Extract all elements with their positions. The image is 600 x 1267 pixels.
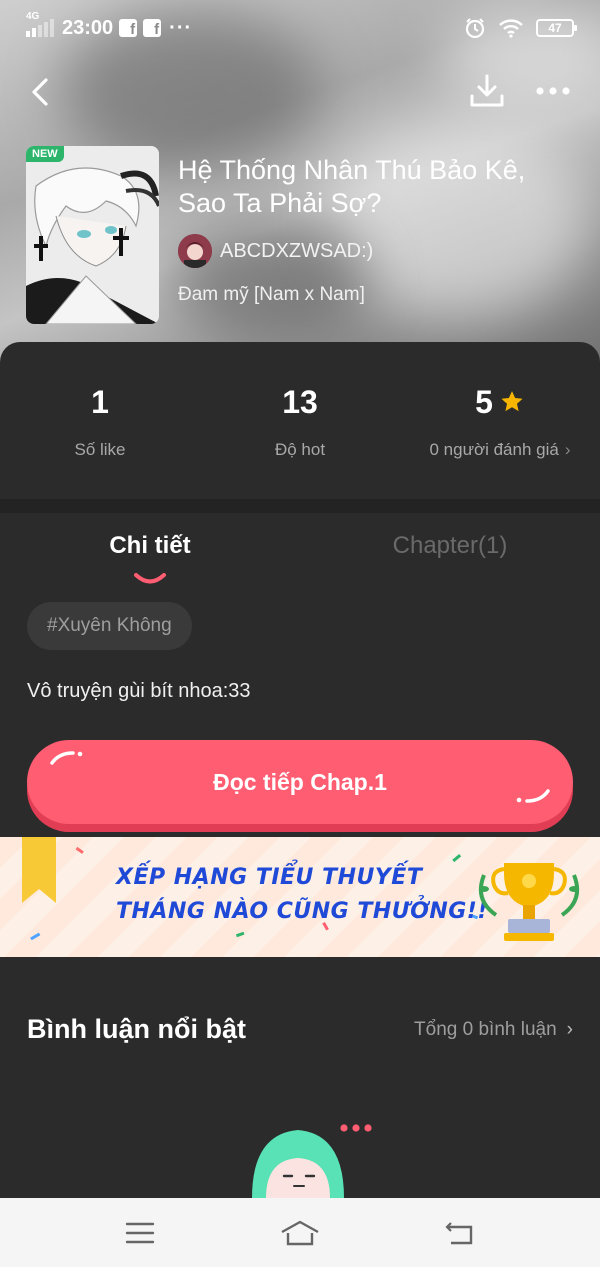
- avatar: [178, 234, 212, 268]
- comments-total-label: Tổng 0 bình luận: [414, 1018, 557, 1040]
- stat-rating[interactable]: 5 0 người đánh giá ›: [400, 382, 600, 492]
- hot-label: Độ hot: [274, 440, 326, 459]
- continue-reading-button[interactable]: Đọc tiếp Chap.1: [27, 740, 573, 824]
- download-icon[interactable]: [466, 70, 508, 112]
- banner-text: XẾP HẠNG TIỂU THUYẾT THÁNG NÀO CŨNG THƯỞ…: [116, 861, 488, 929]
- author-name: ABCDXZWSAD:): [220, 239, 374, 262]
- comments-total-link[interactable]: Tổng 0 bình luận ›: [414, 1019, 573, 1041]
- ranking-banner[interactable]: XẾP HẠNG TIỂU THUYẾT THÁNG NÀO CŨNG THƯỞ…: [0, 837, 600, 957]
- cover-artwork: [26, 146, 159, 324]
- rating-value-row: 5: [400, 382, 600, 422]
- alarm-icon: [465, 18, 485, 39]
- more-notifications: ···: [169, 16, 193, 39]
- tab-bar: Chi tiết Chapter(1): [0, 522, 600, 584]
- rating-count-label: 0 người đánh giá: [429, 440, 559, 459]
- comments-title: Bình luận nổi bật: [27, 1014, 246, 1044]
- chevron-left-icon[interactable]: [22, 72, 62, 112]
- stat-likes: 1 Số like: [0, 382, 200, 492]
- chevron-right-icon: ›: [564, 440, 571, 459]
- mascot-illustration: [252, 1124, 372, 1198]
- banner-line-2: THÁNG NÀO CŨNG THƯỞNG!!: [116, 899, 488, 924]
- stats-row: 1 Số like 13 Độ hot 5 0 người đánh giá ›: [0, 382, 600, 492]
- rating-value: 5: [475, 383, 493, 420]
- button-highlight: [516, 789, 550, 803]
- rating-count-row: 0 người đánh giá ›: [400, 440, 600, 460]
- story-detail-panel: 1 Số like 13 Độ hot 5 0 người đánh giá › …: [0, 342, 600, 1198]
- hero-header: 4G 23:00 f f ··· 47 NEW Hệ Thống Nhân Th…: [0, 0, 600, 372]
- menu-icon[interactable]: [110, 1208, 170, 1258]
- signal-icon: 4G: [26, 11, 54, 37]
- active-tab-indicator: [134, 573, 166, 584]
- comments-header: Bình luận nổi bật Tổng 0 bình luận ›: [27, 1014, 573, 1045]
- genre-tag[interactable]: #Xuyên Không: [27, 602, 192, 650]
- continue-reading-label: Đọc tiếp Chap.1: [213, 768, 387, 795]
- author-row[interactable]: ABCDXZWSAD:): [178, 234, 373, 268]
- status-time: 23:00: [62, 16, 114, 39]
- banner-line-1: XẾP HẠNG TIỂU THUYẾT: [116, 865, 423, 890]
- button-highlight: [50, 751, 83, 765]
- top-nav: [0, 66, 600, 116]
- section-divider: [0, 499, 600, 513]
- home-icon[interactable]: [270, 1208, 330, 1258]
- chevron-right-icon: ›: [566, 1018, 573, 1040]
- battery-indicator: 47: [536, 19, 577, 37]
- star-icon: [501, 391, 523, 412]
- stat-hot: 13 Độ hot: [200, 382, 400, 492]
- network-type: 4G: [26, 11, 40, 22]
- story-cover[interactable]: NEW: [26, 146, 159, 324]
- facebook-icon: f: [119, 19, 138, 37]
- background-blur: [330, 120, 590, 320]
- likes-count: 1: [91, 383, 109, 420]
- likes-label: Số like: [74, 440, 126, 459]
- wifi-icon: [499, 19, 523, 38]
- tab-chapters[interactable]: Chapter(1): [300, 522, 600, 582]
- system-navigation-bar: [0, 1198, 600, 1267]
- story-description: Vô truyện gùi bít nhoa:33: [27, 680, 251, 702]
- more-horizontal-icon[interactable]: [532, 76, 574, 106]
- facebook-icon: f: [143, 19, 162, 37]
- status-bar: 4G 23:00 f f ··· 47: [0, 0, 600, 56]
- story-genre: Đam mỹ [Nam x Nam]: [178, 284, 365, 305]
- story-title: Hệ Thống Nhân Thú Bảo Kê, Sao Ta Phải Sợ…: [178, 155, 526, 218]
- new-badge: NEW: [26, 146, 64, 162]
- hot-count: 13: [282, 383, 318, 420]
- trophy-icon: [479, 863, 579, 941]
- back-icon[interactable]: [430, 1208, 490, 1258]
